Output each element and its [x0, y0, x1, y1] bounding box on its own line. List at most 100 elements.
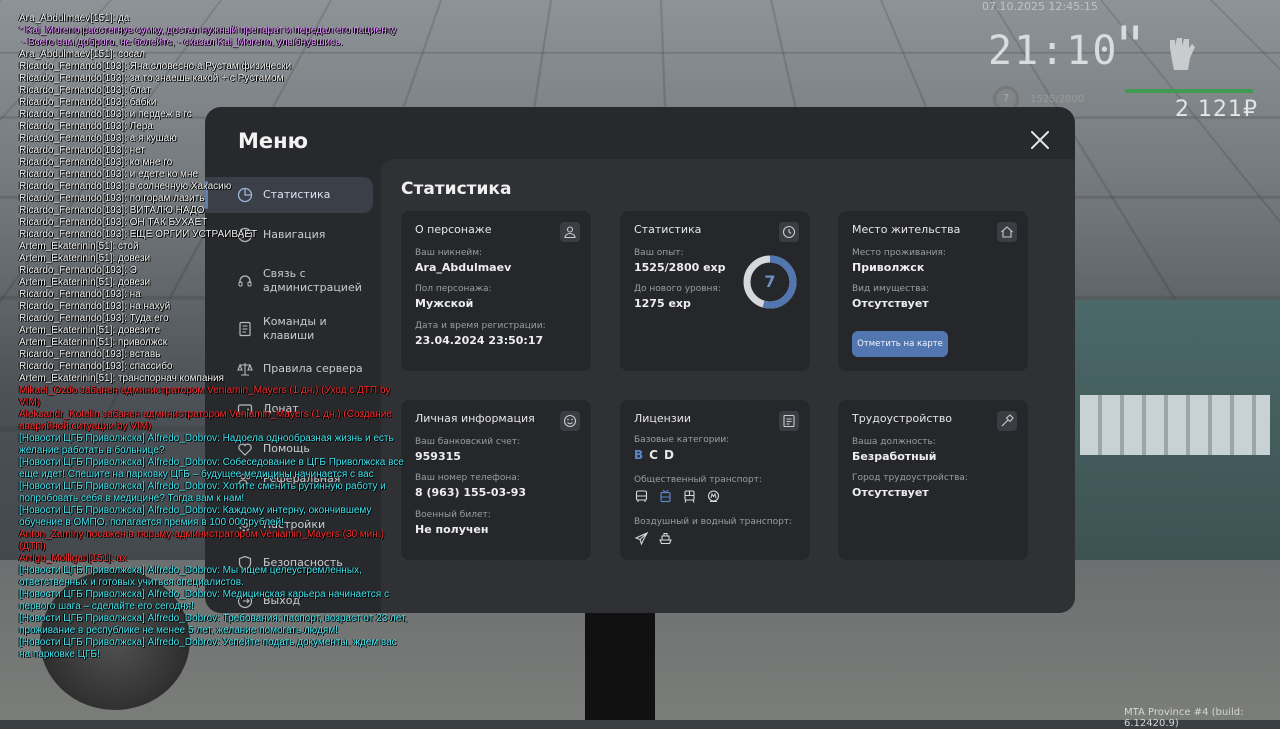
health-bar: [1125, 89, 1253, 93]
smile-icon: [560, 411, 580, 431]
chat-line: Ricardo_Fernando[193]: бабки: [19, 97, 157, 108]
chat-line: Ricardo_Fernando[193]: ОН ТАК БУХАЕТ: [19, 217, 208, 228]
chat-log: Ara_Abdulmaev[151]: да * Kai_Moreno расст…: [19, 13, 409, 661]
category-b: B: [634, 448, 650, 462]
next-level-label: До нового уровня:: [634, 284, 721, 294]
chat-line: Ricardo_Fernando[193]: Лера: [19, 121, 153, 132]
chat-line: Ricardo_Fernando[193]: ко мне го: [19, 157, 173, 168]
chat-line: Ricardo_Fernando[193]: блат: [19, 85, 151, 96]
boat-icon: [659, 532, 672, 545]
card-residence: Место жительства Место проживания: Приво…: [838, 211, 1028, 371]
chat-line: Ricardo_Fernando[193]: и пердеж в гс: [19, 109, 192, 120]
bank-label: Ваш банковский счет:: [415, 437, 521, 447]
user-icon: [560, 222, 580, 242]
nickname-label: Ваш никнейм:: [415, 248, 483, 258]
next-level-value: 1275 exp: [634, 297, 691, 310]
chat-line: [Новости ЦГБ Приволжска] Alfredo_Dobrov:…: [19, 637, 400, 660]
chat-line: Ricardo_Fernando[193]: Яна словесно а Ру…: [19, 61, 292, 72]
chat-line: - Всего вам доброго, не болейте, - сказа…: [19, 37, 343, 48]
card-personal: Личная информация Ваш банковский счет: 9…: [401, 400, 591, 560]
hud-exp: 1525/2800: [1030, 94, 1085, 105]
chat-line: [Новости ЦГБ Приволжска] Alfredo_Dobrov:…: [19, 481, 389, 504]
chat-line: Artem_Ekaterinin[51]: довезите: [19, 325, 161, 336]
hammer-icon: [997, 411, 1017, 431]
fist-icon: [1170, 38, 1195, 70]
chat-line: Ara_Abdulmaev[151]: сосал: [19, 49, 146, 60]
chat-line: [Новости ЦГБ Приволжска] Alfredo_Dobrov:…: [19, 589, 392, 612]
hud-money: 2 121₽: [1175, 97, 1258, 122]
card-title: Лицензии: [634, 412, 692, 425]
card-about: О персонаже Ваш никнейм: Ara_Abdulmaev П…: [401, 211, 591, 371]
card-title: Статистика: [634, 223, 702, 236]
plane-icon: [634, 531, 649, 546]
chat-line: [Новости ЦГБ Приволжска] Alfredo_Dobrov:…: [19, 433, 397, 456]
chat-line: Ricardo_Fernando[193]: и едете ко мне: [19, 169, 198, 180]
card-title: О персонаже: [415, 223, 492, 236]
chat-line: Ara_Abdulmaev[151]: да: [19, 13, 130, 24]
chat-line: Ricardo_Fernando[193]: Э: [19, 265, 137, 276]
bank-value: 959315: [415, 450, 461, 463]
mark-on-map-button[interactable]: Отметить на карте: [852, 331, 948, 357]
chat-line: [Новости ЦГБ Приволжска] Alfredo_Dobrov:…: [19, 505, 375, 528]
hud-datetime: 07.10.2025 12:45:15: [982, 0, 1098, 13]
chat-line: * Kai_Moreno расстегнув сумку, достал ну…: [19, 25, 397, 36]
base-categories-label: Базовые категории:: [634, 435, 730, 445]
chat-line: Ricardo_Fernando[193]: на нахуй: [19, 301, 171, 312]
chat-line: [Новости ЦГБ Приволжска] Alfredo_Dobrov:…: [19, 457, 407, 480]
home-icon: [997, 222, 1017, 242]
page-title: Статистика: [401, 179, 512, 199]
property-label: Вид имущества:: [852, 284, 930, 294]
position-label: Ваша должность:: [852, 437, 936, 447]
card-title: Личная информация: [415, 412, 535, 425]
military-label: Военный билет:: [415, 510, 491, 520]
chat-line: [Новости ЦГБ Приволжска] Alfredo_Dobrov:…: [19, 613, 410, 636]
close-icon[interactable]: [1027, 127, 1053, 153]
content-panel: Статистика О персонаже Ваш никнейм: Ara_…: [381, 159, 1075, 613]
chat-line: Ricardo_Fernando[193]: ЕЩЕ ОРГИИ УСТРАИВ…: [19, 229, 258, 240]
chat-line: Mikael_Ozdo забанен администратором Veni…: [19, 385, 394, 408]
chat-line: Ricardo_Fernando[193]: а я кушаю: [19, 133, 177, 144]
exp-label: Ваш опыт:: [634, 248, 684, 258]
chat-line: Ricardo_Fernando[193]: нет: [19, 145, 145, 156]
exp-value: 1525/2800 exp: [634, 261, 726, 274]
chat-line: Artem_Ekaterinin[51]: стой: [19, 241, 139, 252]
hud-clock: 21:10: [988, 28, 1119, 74]
chat-line: Ricardo_Fernando[193]: ВИТАЛЮ НАДО: [19, 205, 205, 216]
category-d: D: [663, 448, 680, 462]
nickname-value: Ara_Abdulmaev: [415, 261, 512, 274]
metro-icon: [707, 490, 720, 502]
chat-line: Artem_Ekaterinin[51]: довези: [19, 277, 151, 288]
chat-line: Artem_Ekaterinin[51]: довези: [19, 253, 151, 264]
clock-icon: [779, 222, 799, 242]
trolleybus-icon: [660, 489, 671, 503]
work-city-label: Город трудоустройства:: [852, 473, 968, 483]
chat-line: Artem_Ekaterinin[51]: транспорнач компан…: [19, 373, 224, 384]
registration-label: Дата и время регистрации:: [415, 321, 546, 331]
chat-line: [Новости ЦГБ Приволжска] Alfredo_Dobrov:…: [19, 565, 365, 588]
category-list: BCD: [634, 448, 680, 462]
pause-icon: ❚❚: [1118, 24, 1142, 40]
residence-value: Приволжск: [852, 261, 925, 274]
residence-label: Место проживания:: [852, 248, 946, 258]
level-number: 7: [764, 272, 776, 291]
position-value: Безработный: [852, 450, 937, 463]
card-employment: Трудоустройство Ваша должность: Безработ…: [838, 400, 1028, 560]
player-character: [585, 600, 655, 720]
card-title: Место жительства: [852, 223, 961, 236]
public-transport-icons: [634, 489, 721, 504]
phone-label: Ваш номер телефона:: [415, 473, 520, 483]
chat-line: Ricardo_Fernando[193]: спассибо: [19, 361, 173, 372]
military-value: Не получен: [415, 523, 489, 536]
chat-line: Ricardo_Fernando[193]: Туда его: [19, 313, 169, 324]
work-city-value: Отсутствует: [852, 486, 929, 499]
chat-line: Ricardo_Fernando[193]: за то знаешь како…: [19, 73, 284, 84]
chat-line: Artem_Ekaterinin[51]: приволжск: [19, 337, 167, 348]
card-licenses: Лицензии Базовые категории: BCD Обществе…: [620, 400, 810, 560]
build-info: MTA Province #4 (build: 6.12420.9): [1124, 707, 1244, 729]
chat-line: Arrigo_Molligan[151]: ах: [19, 553, 127, 564]
license-icon: [779, 411, 799, 431]
card-stats: Статистика Ваш опыт: 1525/2800 exp До но…: [620, 211, 810, 371]
air-water-icons: [634, 531, 673, 546]
gender-label: Пол персонажа:: [415, 284, 492, 294]
public-transport-label: Общественный транспорт:: [634, 475, 762, 485]
